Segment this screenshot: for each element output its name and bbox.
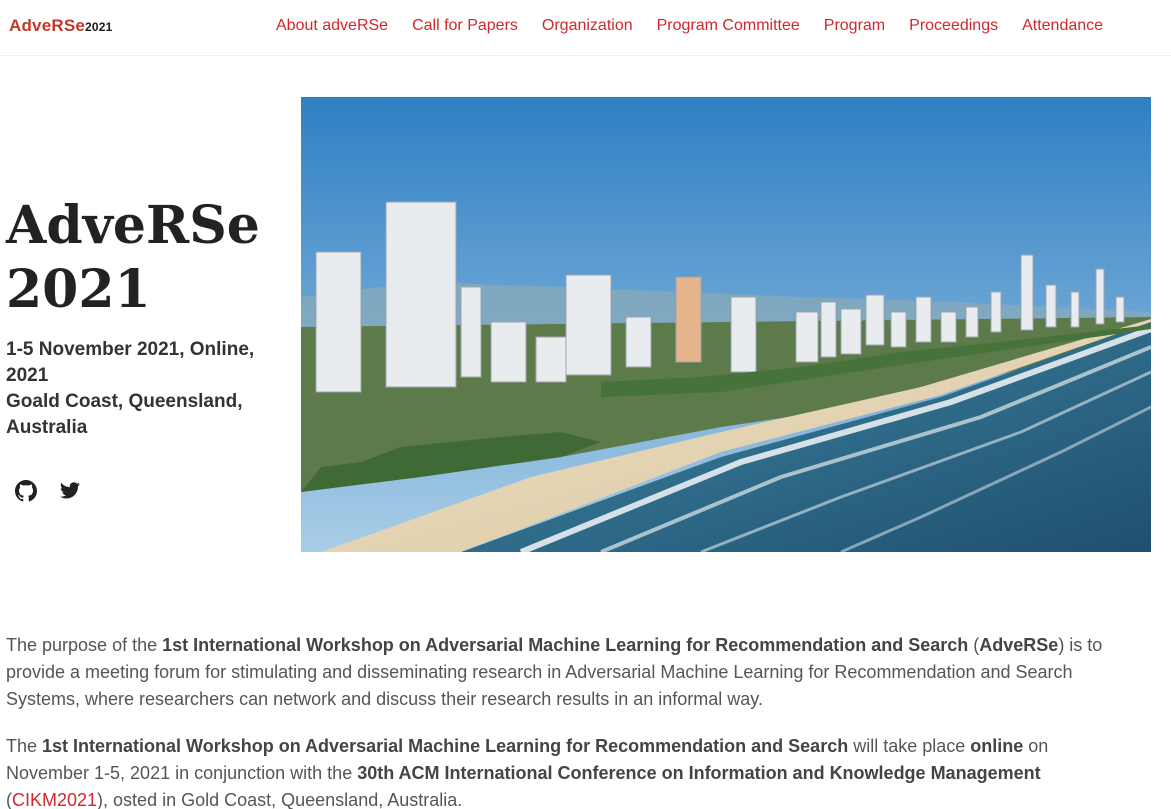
conference-name: 30th ACM International Conference on Inf… [357, 763, 1041, 783]
text-span: will take place [848, 736, 971, 756]
brand-name: AdveRSe [9, 16, 86, 35]
nav-item-attendance[interactable]: Attendance [1010, 17, 1115, 35]
workshop-name: 1st International Workshop on Adversaria… [162, 635, 969, 655]
workshop-name: 1st International Workshop on Adversaria… [42, 736, 849, 756]
hero-title: AdveRSe 2021 [6, 194, 296, 322]
intro-content: The purpose of the 1st International Wor… [6, 632, 1126, 809]
nav-item-about[interactable]: About adveRSe [264, 17, 400, 35]
nav-item-organization[interactable]: Organization [530, 17, 645, 35]
intro-paragraph-purpose: The purpose of the 1st International Wor… [6, 632, 1126, 713]
text-span: The [6, 736, 43, 756]
top-navbar: AdveRSe2021 About adveRSe Call for Paper… [0, 0, 1171, 56]
hero-subtitle: 1-5 November 2021, Online, 2021 Goald Co… [6, 337, 276, 441]
event-location: Goald Coast, Queensland, Australia [6, 391, 243, 438]
text-span: The purpose of the [6, 635, 163, 655]
hero-image-gold-coast-skyline [301, 97, 1151, 552]
online-label: online [970, 736, 1024, 756]
nav-item-program-committee[interactable]: Program Committee [645, 17, 812, 35]
social-links [15, 480, 81, 502]
nav-item-program[interactable]: Program [812, 17, 897, 35]
brand-logo[interactable]: AdveRSe2021 [9, 16, 113, 36]
github-icon[interactable] [15, 480, 37, 502]
workshop-acronym: AdveRSe [979, 635, 1059, 655]
main-nav: About adveRSe Call for Papers Organizati… [264, 17, 1115, 35]
hero-title-year: 2021 [6, 259, 151, 320]
twitter-icon[interactable] [59, 480, 81, 502]
hero-title-name: AdveRSe [6, 195, 260, 256]
text-span: ), osted in Gold Coast, Queensland, Aust… [97, 790, 463, 809]
hero-illustration [301, 97, 1151, 552]
nav-item-proceedings[interactable]: Proceedings [897, 17, 1010, 35]
nav-item-call-for-papers[interactable]: Call for Papers [400, 17, 530, 35]
intro-paragraph-venue: The 1st International Workshop on Advers… [6, 733, 1126, 809]
brand-year: 2021 [85, 20, 113, 34]
cikm2021-link[interactable]: CIKM2021 [12, 790, 97, 809]
text-span: ( [968, 635, 980, 655]
event-date: 1-5 November 2021, Online, 2021 [6, 339, 255, 386]
